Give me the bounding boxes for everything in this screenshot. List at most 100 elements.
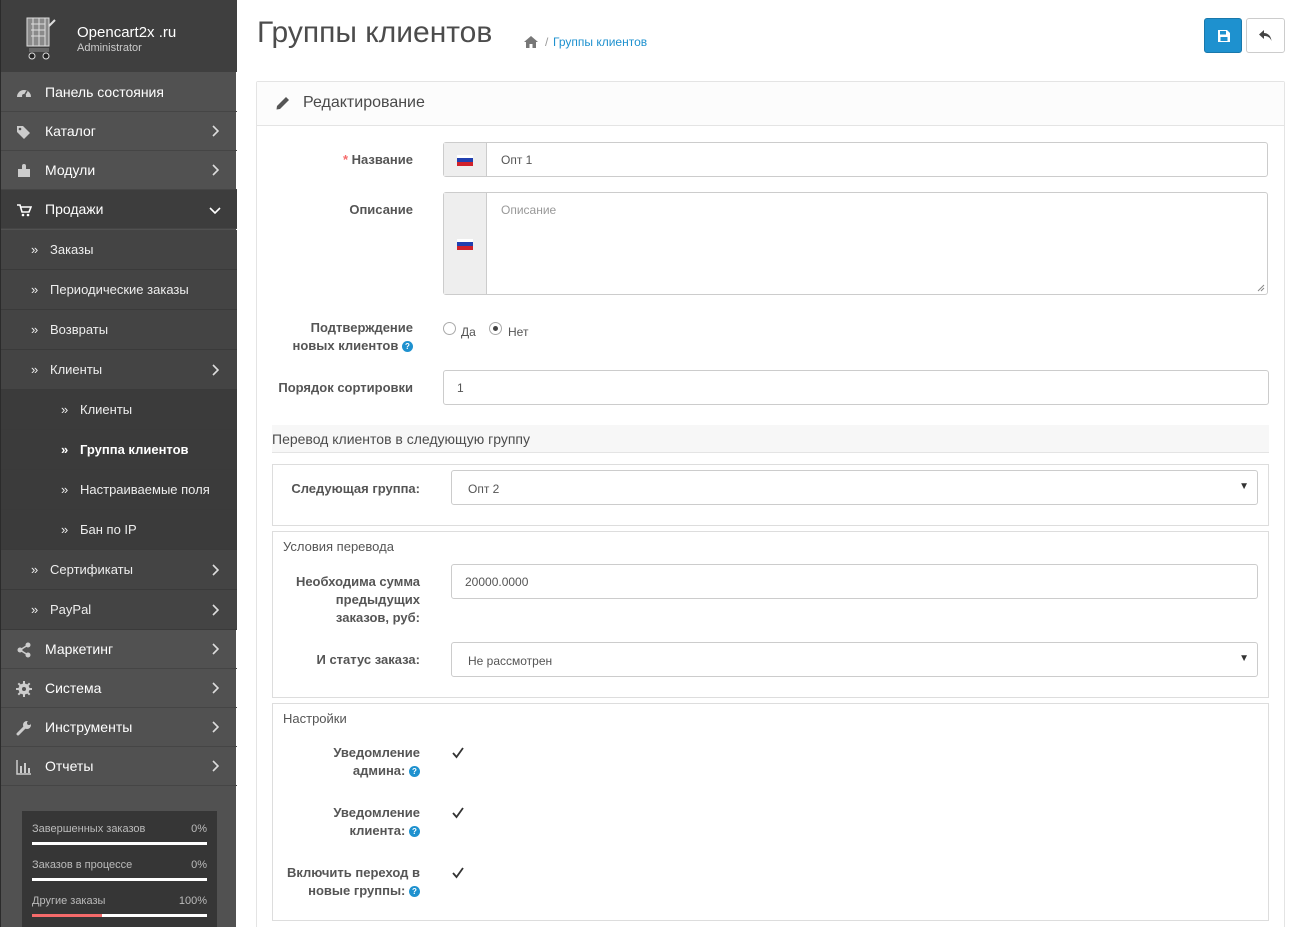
double-chevron-icon: »: [31, 242, 39, 257]
double-chevron-icon: »: [31, 362, 39, 377]
stat-label: Заказов в процессе: [32, 859, 133, 871]
sidebar-item-label: Сертификаты: [50, 562, 133, 577]
sidebar-item-returns[interactable]: » Возвраты: [1, 310, 237, 350]
double-chevron-icon: »: [61, 522, 69, 537]
sidebar-item-sales[interactable]: Продажи: [1, 190, 237, 229]
chevron-right-icon: [212, 125, 219, 137]
resize-handle-icon[interactable]: [1257, 284, 1265, 292]
sidebar-item-label: Панель состояния: [45, 84, 164, 100]
required-sum-label: Необходима сумма предыдущих заказов, руб:: [295, 574, 420, 625]
sidebar-item-label: Инструменты: [45, 719, 133, 735]
sidebar-item-recurring[interactable]: » Периодические заказы: [1, 270, 237, 310]
notify-admin-checkbox[interactable]: [451, 746, 465, 760]
sidebar-item-catalog[interactable]: Каталог: [1, 112, 237, 151]
help-icon[interactable]: ?: [409, 886, 420, 897]
help-icon[interactable]: ?: [409, 766, 420, 777]
enable-transfer-checkbox[interactable]: [451, 866, 465, 880]
panel-title: Редактирование: [303, 94, 425, 111]
sidebar-item-orders[interactable]: » Заказы: [1, 230, 237, 270]
chevron-right-icon: [212, 643, 219, 655]
order-status-select[interactable]: Не рассмотрен ▼: [451, 642, 1258, 677]
reply-icon: [1259, 30, 1272, 41]
description-label: Описание: [349, 202, 413, 217]
sidebar-item-label: Каталог: [45, 123, 96, 139]
back-button[interactable]: [1246, 18, 1285, 53]
sidebar-item-customers-list[interactable]: » Клиенты: [1, 390, 237, 430]
sidebar-item-label: Возвраты: [50, 322, 109, 337]
double-chevron-icon: »: [31, 322, 39, 337]
breadcrumb-link[interactable]: Группы клиентов: [553, 35, 647, 49]
required-sum-value: 20000.0000: [465, 575, 529, 589]
home-icon[interactable]: [524, 36, 538, 48]
sidebar-item-label: Бан по IP: [80, 522, 137, 537]
save-button[interactable]: [1204, 18, 1242, 53]
sidebar-item-tools[interactable]: Инструменты: [1, 708, 237, 747]
double-chevron-icon: »: [31, 562, 39, 577]
sidebar-item-customers[interactable]: » Клиенты: [1, 350, 237, 390]
description-placeholder: Описание: [501, 203, 557, 217]
sidebar-item-dashboard[interactable]: Панель состояния: [1, 73, 237, 112]
language-addon: [444, 193, 487, 294]
notify-client-checkbox[interactable]: [451, 806, 465, 820]
puzzle-icon: [18, 164, 30, 177]
gear-icon: [16, 681, 32, 697]
sidebar-item-modules[interactable]: Модули: [1, 151, 237, 190]
next-group-label: Следующая группа:: [291, 481, 420, 496]
sidebar-item-custom-fields[interactable]: » Настраиваемые поля: [1, 470, 237, 510]
sidebar-header: Opencart2x .ru Administrator: [1, 0, 237, 72]
pencil-icon: [276, 97, 289, 110]
sidebar-item-label: PayPal: [50, 602, 92, 617]
brand-name: Opencart2x .ru: [77, 24, 177, 41]
chevron-down-icon: [209, 207, 221, 214]
chevron-right-icon: [212, 721, 219, 733]
chevron-right-icon: [212, 760, 219, 772]
floppy-disk-icon: [1218, 30, 1230, 42]
tags-icon: [17, 126, 30, 139]
sort-order-input[interactable]: 1: [443, 370, 1269, 405]
stat-progress-bar: [32, 842, 207, 845]
name-input[interactable]: Опт 1: [443, 142, 1268, 177]
sidebar-item-ip-ban[interactable]: » Бан по IP: [1, 510, 237, 550]
approve-yes-label: Да: [461, 325, 476, 339]
double-chevron-icon: »: [61, 402, 69, 417]
user-role: Administrator: [77, 42, 142, 54]
chevron-right-icon: [212, 164, 219, 176]
description-textarea[interactable]: Описание: [443, 192, 1268, 295]
sidebar-item-system[interactable]: Система: [1, 669, 237, 708]
name-input-value: Опт 1: [501, 153, 533, 167]
stat-value: 0%: [191, 859, 207, 871]
sidebar-item-label: Отчеты: [45, 758, 94, 774]
name-label: * Название: [342, 152, 413, 167]
approve-no-radio[interactable]: [489, 322, 502, 335]
sidebar-item-label: Продажи: [45, 201, 104, 217]
conditions-legend: Условия перевода: [283, 539, 394, 554]
share-icon: [17, 642, 31, 658]
chevron-right-icon: [212, 682, 219, 694]
stat-label: Другие заказы: [32, 895, 106, 907]
russian-flag-icon: [457, 239, 473, 250]
shopping-cart-logo-icon: [26, 17, 56, 60]
stat-value: 0%: [191, 823, 207, 835]
sidebar-item-label: Периодические заказы: [50, 282, 189, 297]
help-icon[interactable]: ?: [409, 826, 420, 837]
chevron-right-icon: [212, 604, 219, 616]
help-icon[interactable]: ?: [402, 341, 413, 352]
sort-order-value: 1: [457, 381, 464, 395]
cart-icon: [17, 204, 32, 217]
language-addon: [444, 143, 487, 176]
wrench-icon: [16, 721, 31, 736]
approve-yes-radio[interactable]: [443, 322, 456, 335]
sidebar-item-label: Группа клиентов: [80, 442, 189, 457]
dropdown-caret-icon: ▼: [1239, 481, 1249, 492]
double-chevron-icon: »: [61, 482, 69, 497]
sidebar-item-customer-groups[interactable]: » Группа клиентов: [1, 430, 237, 470]
notify-client-label: Уведомление клиента: ?: [333, 805, 420, 838]
sidebar-item-label: Клиенты: [80, 402, 133, 417]
sidebar-item-paypal[interactable]: » PayPal: [1, 590, 237, 630]
next-group-select[interactable]: Опт 2 ▼: [451, 470, 1258, 505]
sidebar-item-vouchers[interactable]: » Сертификаты: [1, 550, 237, 590]
sidebar-item-marketing[interactable]: Маркетинг: [1, 630, 237, 669]
settings-fieldset: [272, 703, 1269, 921]
sidebar-item-reports[interactable]: Отчеты: [1, 747, 237, 786]
required-sum-input[interactable]: 20000.0000: [451, 564, 1258, 599]
